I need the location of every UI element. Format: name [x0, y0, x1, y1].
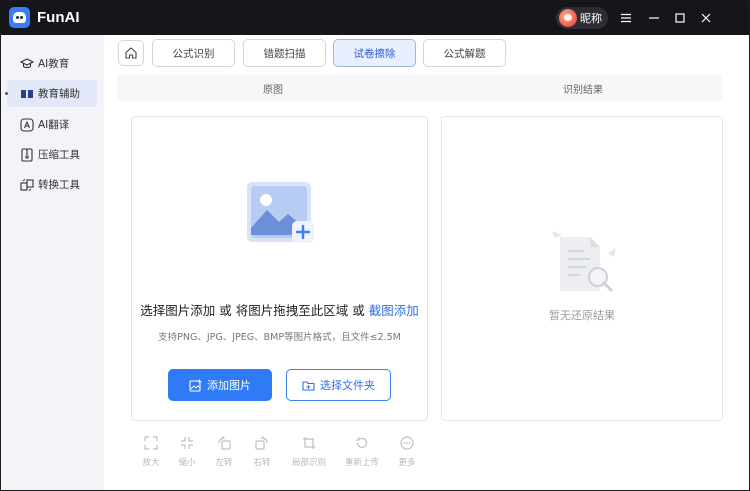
empty-result-text: 暂无还原结果: [549, 309, 615, 322]
convert-icon: [20, 178, 34, 192]
sidebar-item-label: AI翻译: [38, 119, 70, 131]
title-bar: FunAI 昵称: [1, 1, 749, 35]
sidebar-item-compress[interactable]: 压缩工具: [7, 141, 97, 168]
crop-icon: [302, 436, 316, 450]
columns-header: 原图 识别结果: [117, 74, 722, 101]
app-name: FunAI: [37, 9, 80, 26]
home-icon: [124, 46, 138, 60]
shrink-icon: [180, 436, 194, 450]
tool-label: 缩小: [178, 458, 196, 468]
column-result: 识别结果: [563, 85, 603, 96]
rotate-left-icon: [217, 436, 231, 450]
user-menu[interactable]: 昵称: [556, 7, 608, 29]
sidebar-item-label: 压缩工具: [38, 149, 80, 161]
tool-label: 局部识别: [291, 458, 326, 468]
app-window: FunAI 昵称 AI教育 教育辅助 AI翻译 压缩工具 转换工具 公式识别 错…: [0, 0, 750, 491]
zoom-in-button[interactable]: 放大: [133, 433, 169, 471]
select-folder-button[interactable]: 选择文件夹: [286, 369, 391, 401]
translate-icon: [20, 117, 34, 132]
reupload-icon: [355, 436, 369, 450]
format-hint: 支持PNG、JPG、JPEG、BMP等图片格式，且文件≤2.5M: [158, 332, 401, 343]
sidebar-item-label: 教育辅助: [38, 88, 80, 100]
reupload-button[interactable]: 重新上传: [344, 433, 380, 471]
tool-label: 重新上传: [344, 458, 379, 468]
rotate-left-button[interactable]: 左转: [206, 433, 242, 471]
folder-icon: [302, 379, 315, 392]
tab-paper-erase[interactable]: 试卷擦除: [333, 39, 416, 67]
add-image-label: 添加图片: [207, 379, 251, 392]
tool-label: 右转: [253, 458, 271, 468]
sidebar-item-label: AI教育: [38, 58, 70, 70]
tab-error-scan[interactable]: 错题扫描: [243, 39, 326, 67]
sidebar-item-education-assist[interactable]: 教育辅助: [5, 80, 97, 107]
tool-label: 左转: [215, 458, 233, 468]
sidebar: AI教育 教育辅助 AI翻译 压缩工具 转换工具: [1, 35, 104, 490]
sidebar-item-ai-translate[interactable]: AI翻译: [7, 111, 97, 138]
sidebar-item-convert[interactable]: 转换工具: [7, 171, 97, 198]
partial-recognition-button[interactable]: 局部识别: [291, 433, 327, 471]
result-panel: 暂无还原结果: [441, 116, 723, 421]
sidebar-item-ai-education[interactable]: AI教育: [7, 50, 97, 77]
screenshot-add-link[interactable]: 截图添加: [369, 303, 419, 318]
sidebar-item-label: 转换工具: [38, 179, 80, 191]
maximize-icon[interactable]: [672, 10, 688, 26]
empty-result-icon: [538, 225, 626, 297]
rotate-right-button[interactable]: 右转: [244, 433, 280, 471]
add-image-button[interactable]: 添加图片: [168, 369, 272, 401]
close-icon[interactable]: [698, 10, 714, 26]
home-button[interactable]: [118, 40, 144, 66]
zoom-out-button[interactable]: 缩小: [169, 433, 205, 471]
menu-icon[interactable]: [618, 10, 634, 26]
active-indicator: [5, 92, 8, 95]
column-original: 原图: [263, 85, 283, 96]
compress-icon: [20, 147, 34, 162]
more-button[interactable]: 更多: [389, 433, 425, 471]
more-icon: [400, 436, 414, 450]
app-logo-icon: [9, 7, 30, 28]
add-image-icon: [189, 379, 202, 392]
select-folder-label: 选择文件夹: [320, 379, 375, 392]
tool-label: 放大: [142, 458, 160, 468]
image-toolbar: 放大 缩小 左转 右转 局部识别 重新上传 更多: [129, 433, 449, 473]
upload-hint: 选择图片添加 或 将图片拖拽至此区域 或 截图添加: [132, 300, 427, 319]
tool-label: 更多: [398, 458, 416, 468]
image-upload-icon: [246, 181, 316, 246]
rotate-right-icon: [255, 436, 269, 450]
tab-formula-solve[interactable]: 公式解题: [423, 39, 506, 67]
expand-icon: [144, 436, 158, 450]
avatar: [559, 9, 577, 27]
upload-hint-text: 选择图片添加 或 将图片拖拽至此区域 或: [140, 303, 369, 318]
minimize-icon[interactable]: [646, 10, 662, 26]
graduation-cap-icon: [20, 57, 34, 71]
tab-formula-recognition[interactable]: 公式识别: [152, 39, 235, 67]
user-nickname: 昵称: [580, 12, 602, 25]
upload-panel[interactable]: 选择图片添加 或 将图片拖拽至此区域 或 截图添加 支持PNG、JPG、JPEG…: [131, 116, 428, 421]
main-content: 公式识别 错题扫描 试卷擦除 公式解题 原图 识别结果 选择图片添加 或 将图片…: [104, 35, 749, 490]
book-icon: [20, 87, 34, 101]
